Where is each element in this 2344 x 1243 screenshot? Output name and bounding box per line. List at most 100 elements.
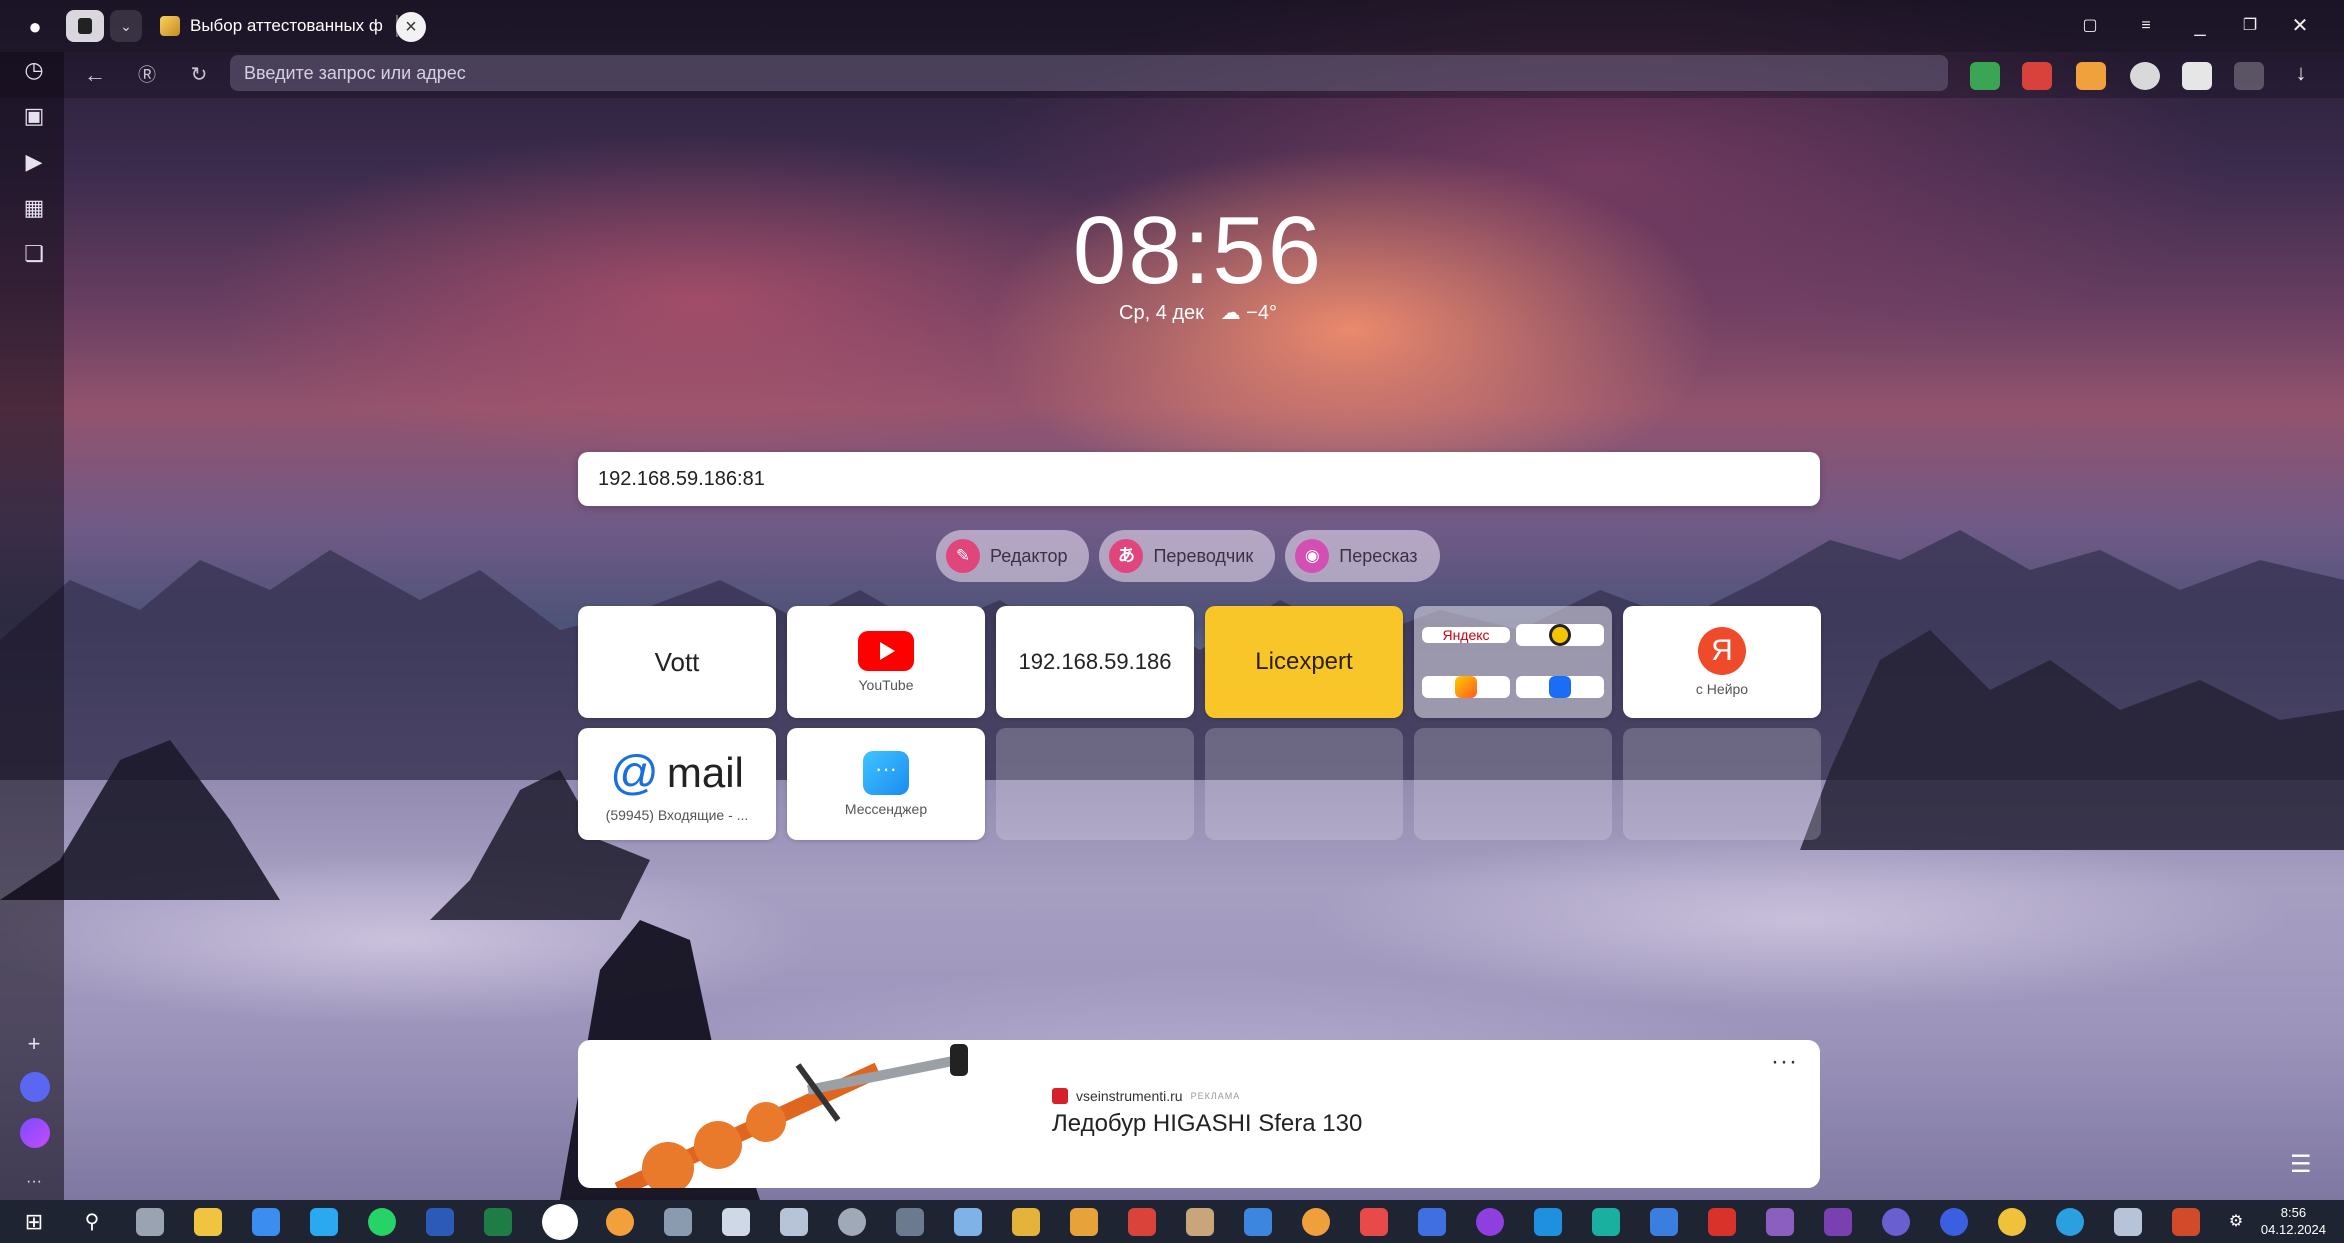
address-input[interactable]: Введите запрос или адрес — [230, 55, 1948, 91]
app-icon[interactable] — [310, 1208, 338, 1236]
app-icon[interactable] — [1766, 1208, 1794, 1236]
app-icon[interactable] — [1940, 1208, 1968, 1236]
app-icon[interactable] — [1476, 1208, 1504, 1236]
add-panel-icon[interactable]: + — [20, 1030, 48, 1058]
retell-label: Пересказ — [1339, 545, 1418, 566]
app-icon[interactable] — [1012, 1208, 1040, 1236]
tile-licexpert[interactable]: Licexpert — [1205, 606, 1403, 718]
app-icon[interactable] — [1360, 1208, 1388, 1236]
whatsapp-icon[interactable] — [368, 1208, 396, 1236]
ad-source-logo-icon — [1052, 1088, 1068, 1104]
mail-logo-text: mail — [666, 749, 744, 796]
extension-icon[interactable] — [2130, 62, 2160, 90]
app-icon[interactable] — [838, 1208, 866, 1236]
tile-messenger[interactable]: ··· Мессенджер — [787, 728, 985, 840]
minimize-button[interactable]: _ — [2180, 10, 2220, 42]
app-icon[interactable] — [954, 1208, 982, 1236]
ad-headline[interactable]: Ледобур HIGASHI Sfera 130 — [1052, 1110, 1362, 1138]
chevron-down-icon[interactable]: ⌄ — [110, 10, 142, 42]
close-tab-button[interactable]: × — [396, 12, 426, 42]
tile-youtube[interactable]: YouTube — [787, 606, 985, 718]
app-icon[interactable] — [1070, 1208, 1098, 1236]
app-icon[interactable] — [896, 1208, 924, 1236]
app-icon[interactable] — [1882, 1208, 1910, 1236]
extension-icon[interactable] — [2076, 62, 2106, 90]
close-window-button[interactable]: ✕ — [2280, 10, 2320, 42]
collections-icon[interactable]: ▢ — [2070, 10, 2110, 42]
search-icon[interactable]: ⚲ — [78, 1208, 106, 1236]
more-icon[interactable]: ··· — [20, 1168, 48, 1196]
mail-logo: @ mail — [610, 746, 744, 801]
protect-shield-icon[interactable] — [1970, 62, 2000, 90]
taskbar: ⊞ ⚲ ⚙ 8:56 04.12.2024 — [0, 1200, 2344, 1243]
acrobat-icon[interactable] — [1708, 1208, 1736, 1236]
app-icon[interactable] — [1998, 1208, 2026, 1236]
yandex-icon[interactable]: Ⓡ — [130, 58, 164, 92]
app-icon[interactable] — [606, 1208, 634, 1236]
app-icon[interactable] — [252, 1208, 280, 1236]
app-icon[interactable] — [1418, 1208, 1446, 1236]
extensions-panel-icon[interactable] — [2234, 62, 2264, 90]
ad-more-button[interactable]: ··· — [1771, 1048, 1798, 1076]
collections-icon[interactable]: ▣ — [20, 102, 48, 130]
messenger-icon[interactable] — [20, 1072, 50, 1102]
app-icon[interactable] — [1592, 1208, 1620, 1236]
retell-button[interactable]: ◉ Пересказ — [1285, 530, 1440, 582]
ad-banner[interactable]: vseinstrumenti.ru РЕКЛАМА Ледобур HIGASH… — [578, 1040, 1820, 1188]
ad-source[interactable]: vseinstrumenti.ru РЕКЛАМА — [1052, 1088, 1240, 1104]
tile-licexpert-title: Licexpert — [1255, 648, 1353, 675]
tile-mail[interactable]: @ mail (59945) Входящие - ... — [578, 728, 776, 840]
tile-empty[interactable] — [1623, 728, 1821, 840]
file-explorer-icon[interactable] — [194, 1208, 222, 1236]
app-icon[interactable] — [780, 1208, 808, 1236]
cloud-icon: ☁ — [1220, 302, 1241, 324]
app-icon[interactable] — [1128, 1208, 1156, 1236]
translate-button[interactable]: あ Переводчик — [1099, 530, 1276, 582]
history-icon[interactable]: ◷ — [20, 56, 48, 84]
app-icon[interactable] — [2114, 1208, 2142, 1236]
download-icon[interactable]: ↓ — [2284, 56, 2318, 90]
tile-empty[interactable] — [1414, 728, 1612, 840]
clock-time: 08:56 — [1072, 197, 1324, 304]
page-settings-icon[interactable]: ☰ — [2290, 1150, 2320, 1180]
taskbar-clock[interactable]: 8:56 04.12.2024 — [2261, 1204, 2326, 1238]
back-icon[interactable]: ← — [78, 58, 112, 92]
menu-icon[interactable]: ≡ — [2126, 10, 2166, 42]
tile-yandex-group[interactable]: Яндекс — [1414, 606, 1612, 718]
tab-active[interactable]: Выбор аттестованных ф — [150, 8, 430, 44]
clock-date-weather[interactable]: Ср, 4 дек ☁ −4° — [0, 300, 2344, 325]
alice-icon[interactable] — [20, 1118, 50, 1148]
messenger-icon: ··· — [863, 751, 909, 795]
word-icon[interactable] — [426, 1208, 454, 1236]
restore-button[interactable]: ❐ — [2230, 10, 2270, 42]
skype-icon[interactable] — [2056, 1208, 2084, 1236]
play-icon[interactable]: ▶ — [20, 148, 48, 176]
windows-start-icon[interactable]: ⊞ — [20, 1208, 48, 1236]
search-input[interactable]: 192.168.59.186:81 — [578, 452, 1820, 506]
tray-icon[interactable]: ⚙ — [2222, 1208, 2250, 1236]
extension-icon[interactable] — [2022, 62, 2052, 90]
tile-vott[interactable]: Vott — [578, 606, 776, 718]
excel-icon[interactable] — [484, 1208, 512, 1236]
tile-empty[interactable] — [1205, 728, 1403, 840]
profile-icon[interactable]: ● — [22, 14, 48, 40]
yandex-disk-icon — [1516, 676, 1604, 698]
reload-icon[interactable]: ↻ — [182, 58, 216, 92]
app-icon[interactable] — [1244, 1208, 1272, 1236]
tile-empty[interactable] — [996, 728, 1194, 840]
app-icon[interactable] — [136, 1208, 164, 1236]
powerpoint-icon[interactable] — [2172, 1208, 2200, 1236]
editor-button[interactable]: ✎ Редактор — [936, 530, 1090, 582]
extension-icon[interactable] — [2182, 62, 2212, 90]
workspaces-button[interactable] — [66, 10, 104, 42]
tile-neuro[interactable]: Я с Нейро — [1623, 606, 1821, 718]
app-icon[interactable] — [1650, 1208, 1678, 1236]
tile-ip[interactable]: 192.168.59.186 — [996, 606, 1194, 718]
app-icon[interactable] — [1302, 1208, 1330, 1236]
app-icon[interactable] — [664, 1208, 692, 1236]
app-icon[interactable] — [1186, 1208, 1214, 1236]
app-icon[interactable] — [722, 1208, 750, 1236]
app-icon[interactable] — [1534, 1208, 1562, 1236]
yandex-browser-icon[interactable] — [542, 1204, 578, 1240]
onenote-icon[interactable] — [1824, 1208, 1852, 1236]
